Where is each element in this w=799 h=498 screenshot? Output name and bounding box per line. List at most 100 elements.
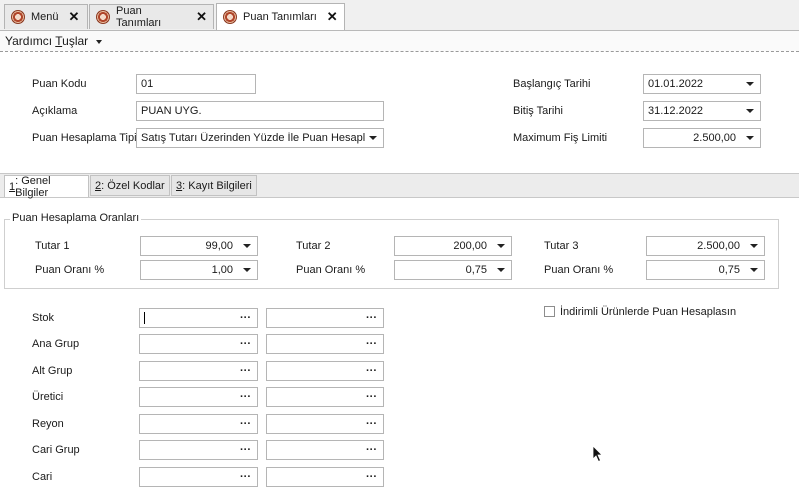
filter-label: Ana Grup (32, 338, 80, 350)
tab-general-info[interactable]: 1 : Genel Bilgiler (4, 175, 89, 199)
ellipsis-icon[interactable]: ··· (240, 313, 251, 324)
chevron-down-icon[interactable] (746, 109, 754, 113)
chevron-down-icon[interactable] (746, 82, 754, 86)
tutar2-field[interactable]: 200,00 (394, 236, 512, 256)
filter-to-field[interactable]: ··· (266, 361, 384, 381)
tutar3-label: Tutar 3 (544, 240, 579, 252)
ellipsis-icon[interactable]: ··· (366, 472, 377, 483)
helper-keys-menu[interactable]: Yardımcı Tuşlar (5, 34, 102, 48)
filter-label: Cari (32, 471, 53, 483)
close-icon[interactable]: ✕ (69, 9, 80, 25)
tutar1-field[interactable]: 99,00 (140, 236, 258, 256)
tab-puan-tanimlari-1[interactable]: Puan Tanımları ✕ (89, 4, 214, 29)
ellipsis-icon[interactable]: ··· (240, 445, 251, 456)
filter-from-field[interactable]: ··· (139, 334, 258, 354)
filter-from-field[interactable]: ··· (139, 440, 258, 460)
filter-to-field[interactable]: ··· (266, 414, 384, 434)
calc-type-select[interactable]: Satış Tutarı Üzerinden Yüzde İle Puan He… (136, 128, 384, 148)
menu-label-part: Yardımcı (5, 34, 56, 48)
oran1-field[interactable]: 1,00 (140, 260, 258, 280)
tab-record-info[interactable]: 3 : Kayıt Bilgileri (171, 175, 257, 196)
end-date-field[interactable]: 31.12.2022 (643, 101, 761, 121)
chevron-down-icon[interactable] (750, 268, 758, 272)
ellipsis-icon[interactable]: ··· (366, 339, 377, 350)
oran2-field[interactable]: 0,75 (394, 260, 512, 280)
ellipsis-icon[interactable]: ··· (240, 472, 251, 483)
chevron-down-icon[interactable] (750, 244, 758, 248)
filter-to-field[interactable]: ··· (266, 387, 384, 407)
oran3-value: 0,75 (718, 264, 740, 276)
tutar3-field[interactable]: 2.500,00 (646, 236, 765, 256)
filter-from-field[interactable]: ··· (139, 387, 258, 407)
app-logo-icon (96, 10, 110, 24)
chevron-down-icon[interactable] (243, 244, 251, 248)
ellipsis-icon[interactable]: ··· (366, 445, 377, 456)
filter-to-field[interactable]: ··· (266, 334, 384, 354)
tutar3-value: 2.500,00 (697, 240, 740, 252)
tab-label: : Özel Kodlar (101, 179, 165, 192)
filter-from-field[interactable]: ··· (139, 414, 258, 434)
app-logo-icon (11, 10, 25, 24)
end-date-value: 31.12.2022 (648, 105, 704, 117)
tutar2-label: Tutar 2 (296, 240, 331, 252)
end-date-label: Bitiş Tarihi (513, 105, 563, 117)
tutar1-label: Tutar 1 (35, 240, 70, 252)
filter-label: Stok (32, 312, 55, 324)
ellipsis-icon[interactable]: ··· (240, 419, 251, 430)
filter-from-field[interactable]: ··· (139, 308, 258, 328)
filter-to-field[interactable]: ··· (266, 467, 384, 487)
chevron-down-icon[interactable] (369, 136, 377, 140)
filter-from-field[interactable]: ··· (139, 361, 258, 381)
filter-value (144, 312, 236, 325)
tutar1-value: 99,00 (205, 240, 233, 252)
filter-to-field[interactable]: ··· (266, 440, 384, 460)
start-date-label: Başlangıç Tarihi (513, 78, 591, 90)
filter-to-field[interactable]: ··· (266, 308, 384, 328)
tab-label: : Kayıt Bilgileri (182, 179, 252, 192)
toolbar (0, 31, 799, 51)
tab-menu[interactable]: Menü ✕ (4, 4, 88, 29)
filter-from-field[interactable]: ··· (139, 467, 258, 487)
max-limit-field[interactable]: 2.500,00 (643, 128, 761, 148)
rates-group-title: Puan Hesaplama Oranları (10, 212, 142, 224)
oran2-label: Puan Oranı % (296, 264, 366, 276)
ellipsis-icon[interactable]: ··· (240, 366, 251, 377)
chevron-down-icon[interactable] (497, 244, 505, 248)
tab-label: Puan Tanımları (116, 5, 162, 29)
max-limit-value: 2.500,00 (693, 132, 736, 144)
code-field[interactable]: 01 (136, 74, 256, 94)
code-value: 01 (141, 78, 154, 90)
oran1-value: 1,00 (211, 264, 233, 276)
ellipsis-icon[interactable]: ··· (240, 339, 251, 350)
close-icon[interactable]: ✕ (327, 9, 338, 25)
code-label: Puan Kodu (32, 78, 87, 90)
description-value: PUAN UYG. (141, 105, 202, 117)
description-field[interactable]: PUAN UYG. (136, 101, 384, 121)
description-label: Açıklama (32, 105, 78, 117)
tab-label: Puan Tanımları (243, 11, 317, 23)
chevron-down-icon[interactable] (497, 268, 505, 272)
start-date-field[interactable]: 01.01.2022 (643, 74, 761, 94)
oran3-field[interactable]: 0,75 (646, 260, 765, 280)
calc-type-label: Puan Hesaplama Tipi (32, 132, 137, 144)
discount-checkbox[interactable] (544, 306, 555, 317)
filter-label: Alt Grup (32, 365, 73, 377)
tab-special-codes[interactable]: 2 : Özel Kodlar (90, 175, 170, 196)
ellipsis-icon[interactable]: ··· (366, 419, 377, 430)
ellipsis-icon[interactable]: ··· (366, 366, 377, 377)
discount-checkbox-label: İndirimli Ürünlerde Puan Hesaplasın (560, 306, 737, 318)
chevron-down-icon[interactable] (746, 136, 754, 140)
filter-label: Üretici (32, 391, 64, 403)
tab-puan-tanimlari-2[interactable]: Puan Tanımları ✕ (216, 3, 345, 30)
close-icon[interactable]: ✕ (196, 9, 207, 25)
tutar2-value: 200,00 (453, 240, 487, 252)
ellipsis-icon[interactable]: ··· (366, 313, 377, 324)
ellipsis-icon[interactable]: ··· (366, 392, 377, 403)
oran3-label: Puan Oranı % (544, 264, 614, 276)
chevron-down-icon[interactable] (243, 268, 251, 272)
menu-label-part: uşlar (62, 34, 89, 48)
calc-type-value: Satış Tutarı Üzerinden Yüzde İle Puan He… (141, 132, 365, 144)
oran2-value: 0,75 (465, 264, 487, 276)
ellipsis-icon[interactable]: ··· (240, 392, 251, 403)
oran1-label: Puan Oranı % (35, 264, 105, 276)
